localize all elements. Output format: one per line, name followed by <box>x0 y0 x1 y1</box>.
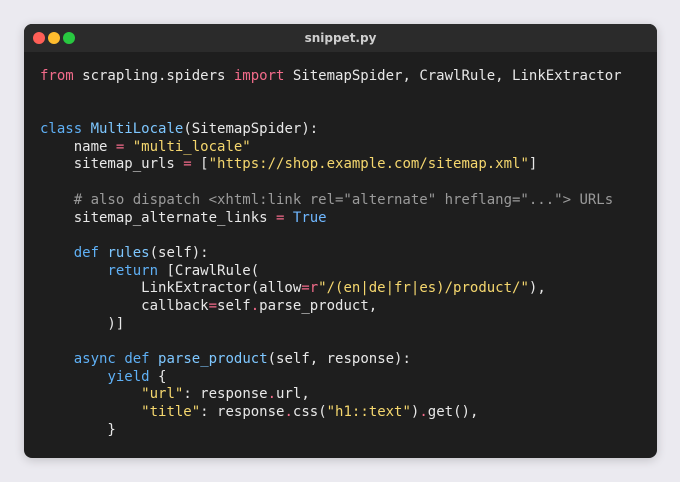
code-line: return [CrawlRule( <box>40 263 622 281</box>
code-token: (SitemapSpider): <box>183 121 319 138</box>
code-token: : response <box>183 386 268 403</box>
code-token: = <box>301 280 310 297</box>
code-token: async <box>73 351 116 367</box>
code-token: def <box>124 351 150 367</box>
code-token: parse_product <box>158 351 268 367</box>
code-line: )] <box>40 316 622 334</box>
code-token: return <box>107 262 159 279</box>
code-line: name = "multi_locale" <box>40 139 622 157</box>
code-line: yield { <box>40 369 622 387</box>
code-block: from scrapling.spiders import SitemapSpi… <box>40 68 622 439</box>
code-token: "h1::text" <box>326 404 411 421</box>
code-token: "https://shop.example.com/sitemap.xml" <box>208 156 529 173</box>
code-token: True <box>292 209 327 226</box>
code-token: sitemap_alternate_links <box>40 209 277 226</box>
code-line: class MultiLocale(SitemapSpider): <box>40 121 622 139</box>
code-token: from <box>40 68 74 84</box>
code-line: sitemap_alternate_links = True <box>40 210 622 228</box>
code-token: self <box>217 297 251 314</box>
window-title: snippet.py <box>304 31 377 45</box>
code-line: # also dispatch <xhtml:link rel="alterna… <box>40 192 622 210</box>
code-token: } <box>40 421 116 438</box>
code-token: scrapling.spiders <box>73 68 234 84</box>
code-token: yield <box>107 368 150 385</box>
code-token: MultiLocale <box>90 121 184 138</box>
code-line: "title": response.css("h1::text").get(), <box>40 404 622 422</box>
code-line: } <box>40 422 622 440</box>
code-token: . <box>419 404 428 421</box>
code-token: ] <box>528 156 538 173</box>
code-token: callback <box>40 297 209 314</box>
code-token: "multi_locale" <box>132 138 251 155</box>
code-token: [ <box>191 156 209 173</box>
code-line: def rules(self): <box>40 245 622 263</box>
code-line: from scrapling.spiders import SitemapSpi… <box>40 68 622 86</box>
code-line: "url": response.url, <box>40 386 622 404</box>
code-token: = <box>208 297 218 314</box>
code-token: [CrawlRule( <box>158 262 260 279</box>
code-token: "/(en|de|fr|es)/product/" <box>318 280 529 297</box>
code-token: name <box>40 138 116 155</box>
code-line: LinkExtractor(allow=r"/(en|de|fr|es)/pro… <box>40 280 622 298</box>
code-token: )] <box>40 315 125 332</box>
code-line: sitemap_urls = ["https://shop.example.co… <box>40 156 622 174</box>
code-token: sitemap_urls <box>40 156 184 173</box>
code-token: . <box>284 404 293 421</box>
code-token: { <box>149 368 167 385</box>
code-token: : response <box>200 404 285 421</box>
code-token: = <box>183 156 192 173</box>
code-token: "title" <box>141 404 201 421</box>
code-token: . <box>250 297 260 314</box>
code-token: rules <box>107 244 150 261</box>
code-token: css( <box>292 404 327 421</box>
code-token: LinkExtractor(allow <box>40 280 302 297</box>
code-token: "url" <box>141 386 184 403</box>
code-line: async def parse_product(self, response): <box>40 351 622 369</box>
code-token: parse_product, <box>259 297 378 314</box>
code-token: r <box>309 280 319 297</box>
code-token: (self): <box>149 244 209 261</box>
code-token: get(), <box>427 404 479 421</box>
code-token: import <box>233 68 285 84</box>
code-line: callback=self.parse_product, <box>40 298 622 316</box>
code-token: url, <box>276 386 310 403</box>
title-bar: snippet.py <box>24 24 657 52</box>
code-window: snippet.py from scrapling.spiders import… <box>24 24 657 458</box>
code-token: ), <box>528 280 546 297</box>
code-token: class <box>40 121 83 138</box>
code-token: def <box>73 244 100 261</box>
code-token: # also dispatch <xhtml:link rel="alterna… <box>40 191 614 208</box>
code-token: SitemapSpider, CrawlRule, LinkExtractor <box>284 68 622 84</box>
code-token: (self, response): <box>267 351 411 367</box>
code-token: . <box>267 386 277 403</box>
